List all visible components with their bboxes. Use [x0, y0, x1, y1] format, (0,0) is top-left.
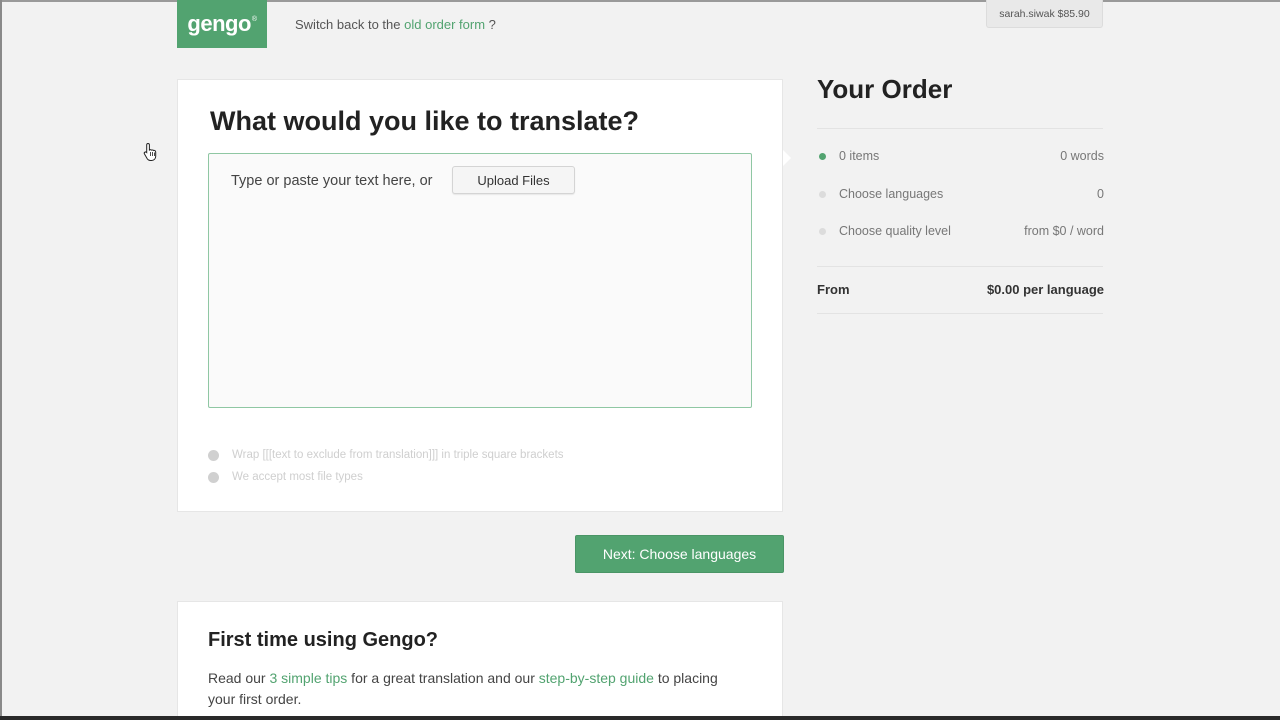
switch-back-notice: Switch back to the old order form ? — [295, 17, 496, 32]
order-row-value: from $0 / word — [1024, 224, 1104, 238]
old-order-form-link[interactable]: old order form — [404, 17, 485, 32]
order-row-items: 0 items 0 words — [817, 149, 1104, 163]
order-divider — [817, 128, 1103, 129]
first-time-text-part: for a great translation and our — [347, 670, 539, 686]
order-divider — [817, 313, 1103, 314]
window-bottom-edge — [0, 716, 1280, 720]
text-input-area[interactable]: Type or paste your text here, or Upload … — [208, 153, 752, 408]
order-summary-title: Your Order — [817, 74, 953, 104]
order-row-label: Choose languages — [839, 187, 944, 201]
page-title: What would you like to translate? — [210, 106, 640, 136]
logo-text: gengo — [187, 11, 251, 36]
order-row-value: 0 — [1097, 187, 1104, 201]
upload-files-button[interactable]: Upload Files — [452, 166, 575, 194]
order-row-languages: Choose languages 0 — [817, 187, 1104, 201]
tip-text: Wrap [[[text to exclude from translation… — [232, 449, 564, 461]
status-dot-icon — [819, 190, 826, 198]
step-by-step-guide-link[interactable]: step-by-step guide — [539, 670, 654, 686]
simple-tips-link[interactable]: 3 simple tips — [269, 670, 347, 686]
first-time-card: First time using Gengo? Read our 3 simpl… — [177, 601, 783, 720]
tip-text: We accept most file types — [232, 471, 363, 483]
order-total: From $0.00 per language — [817, 282, 1104, 297]
order-row-label: Choose quality level — [839, 224, 951, 238]
window-left-edge — [0, 0, 2, 720]
tip-triple-brackets: Wrap [[[text to exclude from translation… — [208, 449, 564, 461]
order-total-label: From — [817, 282, 850, 297]
order-divider — [817, 266, 1103, 267]
next-choose-languages-button[interactable]: Next: Choose languages — [575, 535, 784, 573]
first-time-title: First time using Gengo? — [208, 629, 439, 651]
gengo-logo[interactable]: gengo ® — [177, 0, 267, 48]
status-dot-icon — [819, 227, 826, 235]
gengo-order-page: gengo ® Switch back to the old order form… — [0, 0, 1280, 720]
text-input-placeholder: Type or paste your text here, or — [231, 173, 433, 189]
account-balance-button[interactable]: sarah.siwak $85.90 — [986, 0, 1103, 28]
translate-input-card: What would you like to translate? Type o… — [177, 79, 791, 512]
account-label: sarah.siwak $85.90 — [999, 7, 1090, 20]
order-row-value: 0 words — [1060, 149, 1104, 163]
first-time-text-part: Read our — [208, 670, 270, 686]
switch-back-suffix: ? — [485, 17, 496, 32]
order-total-value: $0.00 per language — [986, 282, 1104, 297]
status-dot-icon — [819, 152, 826, 160]
tip-file-types: We accept most file types — [208, 471, 363, 483]
info-circle-icon — [208, 471, 219, 483]
logo-registered-mark: ® — [251, 15, 257, 23]
order-row-quality: Choose quality level from $0 / word — [817, 224, 1104, 238]
switch-back-prefix: Switch back to the — [295, 17, 405, 32]
order-row-label: 0 items — [839, 149, 880, 163]
info-circle-icon — [208, 449, 219, 461]
hand-pointer-icon — [143, 142, 157, 161]
first-time-text: Read our 3 simple tips for a great trans… — [208, 668, 748, 710]
